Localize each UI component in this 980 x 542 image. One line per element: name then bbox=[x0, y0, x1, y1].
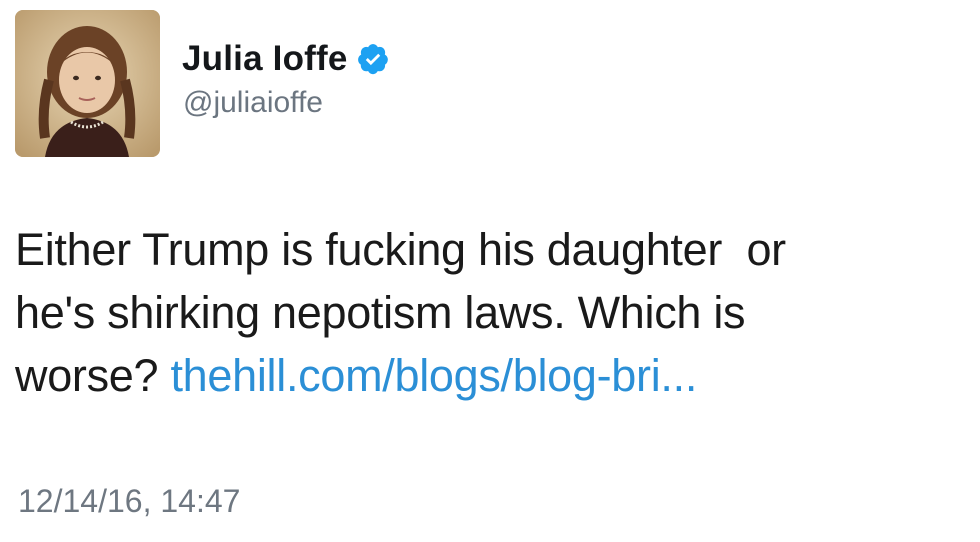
tweet-text-line: Either Trump is fucking his daughter or bbox=[15, 224, 786, 275]
author-handle[interactable]: @juliaioffe bbox=[183, 86, 323, 120]
tweet-text-line: worse? thehill.com/blogs/blog-bri... bbox=[15, 344, 965, 407]
avatar[interactable] bbox=[15, 10, 160, 157]
author-name-row: Julia Ioffe bbox=[182, 34, 390, 84]
tweet-text-line: he's shirking nepotism laws. Which is bbox=[15, 287, 746, 338]
tweet-body: Either Trump is fucking his daughter or … bbox=[15, 218, 965, 407]
tweet-timestamp[interactable]: 12/14/16, 14:47 bbox=[18, 483, 240, 520]
tweet-card: Julia Ioffe @juliaioffe Either Trump is … bbox=[0, 0, 980, 542]
tweet-link[interactable]: thehill.com/blogs/blog-bri... bbox=[170, 350, 697, 401]
verified-badge-icon bbox=[356, 42, 390, 76]
profile-photo-icon bbox=[15, 10, 160, 157]
author-display-name[interactable]: Julia Ioffe bbox=[182, 39, 348, 79]
tweet-text-segment: worse? bbox=[15, 350, 171, 401]
